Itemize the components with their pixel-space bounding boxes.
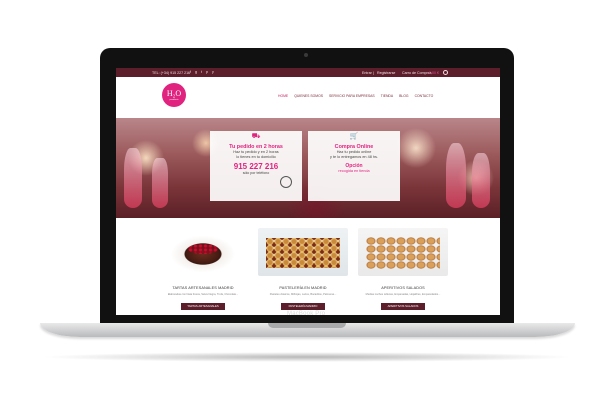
hero-glass-decoration xyxy=(446,143,466,208)
laptop-base xyxy=(40,323,575,337)
logo-text: H₂O xyxy=(166,88,182,98)
register-link[interactable]: Registrarse xyxy=(377,71,395,75)
search-icon[interactable] xyxy=(443,69,448,75)
cart-link[interactable]: Carro de Compras xyxy=(402,71,432,75)
social-links: f g t p y xyxy=(190,70,214,74)
savory-snacks-image[interactable] xyxy=(358,228,448,276)
nav-item-home[interactable]: HOME xyxy=(278,94,288,98)
site-logo[interactable]: H₂O pastelería xyxy=(162,83,186,107)
delivery-card-line: lo tienes en tu domicilio xyxy=(236,154,276,159)
product-card: TARTAS ARTESANALES MADRID Elaboradas con… xyxy=(158,228,248,310)
delivery-truck-icon: ⛟ xyxy=(251,133,261,140)
facebook-icon[interactable]: f xyxy=(190,70,191,74)
top-bar-separator: | xyxy=(373,70,374,75)
cart-total: 0,00 € xyxy=(429,70,439,75)
top-bar-phone: TEL: (+34) 915 227 216 xyxy=(152,70,191,75)
main-nav: HOME QUIENES SOMOS SERVICIO PARA EMPRESA… xyxy=(278,94,433,98)
delivery-2h-card[interactable]: ⛟ Tu pedido en 2 horas Haz tu pedido y e… xyxy=(210,131,302,201)
online-order-card[interactable]: 🛒 Compra Online Haz tu pedido online y t… xyxy=(308,131,400,201)
pickup-option-text: recogida en tienda xyxy=(338,169,370,174)
hero-glass-decoration xyxy=(124,148,142,208)
product-section: TARTAS ARTESANALES MADRID Elaboradas con… xyxy=(116,218,500,315)
pinterest-icon[interactable]: p xyxy=(206,70,208,74)
delivery-phone-number[interactable]: 915 227 216 xyxy=(210,162,302,171)
online-card-line: y te lo entregamos en 48 hs. xyxy=(330,154,378,159)
laptop-shadow xyxy=(40,352,575,362)
nav-item-servicio-empresas[interactable]: SERVICIO PARA EMPRESAS xyxy=(329,94,375,98)
nav-item-blog[interactable]: BLOG xyxy=(399,94,408,98)
product-description: Elaboradas con Nata fresca, Selva Negra,… xyxy=(167,293,239,296)
top-bar: TEL: (+34) 915 227 216 f g t p y Entrar … xyxy=(116,68,500,77)
product-description: Medias noches rellenas, Empanadas, Hojal… xyxy=(365,293,441,296)
youtube-icon[interactable]: y xyxy=(212,70,214,74)
raspberry-topping xyxy=(188,244,218,254)
product-card: APERITIVOS SALADOS Medias noches rellena… xyxy=(358,228,448,310)
device-brand-label: MacBook Pro xyxy=(287,311,326,317)
bread-rolls-tray xyxy=(366,237,440,269)
laptop-screen-bezel: TEL: (+34) 915 227 216 f g t p y Entrar … xyxy=(100,48,514,325)
logo-subtitle: pastelería xyxy=(169,98,179,101)
shopping-cart-icon: 🛒 xyxy=(349,133,359,140)
product-name: TARTAS ARTESANALES MADRID xyxy=(172,286,234,290)
twitter-icon[interactable]: t xyxy=(201,70,202,74)
nav-item-tienda[interactable]: TIENDA xyxy=(381,94,393,98)
google-plus-icon[interactable]: g xyxy=(195,70,197,74)
pastries-image[interactable] xyxy=(258,228,348,276)
nav-item-quienes-somos[interactable]: QUIENES SOMOS xyxy=(294,94,323,98)
nav-item-contacto[interactable]: CONTACTO xyxy=(415,94,434,98)
product-name: PASTELERÍA EN MADRID xyxy=(279,286,327,290)
website-screen: TEL: (+34) 915 227 216 f g t p y Entrar … xyxy=(116,68,500,315)
product-card: PASTELERÍA EN MADRID Pasteles clásicos, … xyxy=(258,228,348,310)
pastry-tray xyxy=(266,238,340,268)
product-description: Pasteles clásicos, Milhojas, Lazos, Boca… xyxy=(269,293,337,296)
laptop-opening-notch xyxy=(268,323,346,328)
product-name: APERITIVOS SALADOS xyxy=(381,286,425,290)
camera-icon xyxy=(304,53,308,57)
pasteleria-button[interactable]: PASTELERÍA MADRID xyxy=(281,303,325,310)
login-link[interactable]: Entrar xyxy=(362,71,372,75)
hero-glass-decoration xyxy=(472,153,490,208)
aperitivos-button[interactable]: APERITIVOS SALADOS xyxy=(381,303,425,310)
delivery-phone-note: sólo por teléfono xyxy=(242,171,270,176)
site-header: H₂O pastelería HOME QUIENES SOMOS SERVIC… xyxy=(116,77,500,119)
tartas-button[interactable]: TARTAS ARTESANALES xyxy=(181,303,225,310)
hero-banner: ⛟ Tu pedido en 2 horas Haz tu pedido y e… xyxy=(116,118,500,218)
quality-seal-icon xyxy=(280,176,292,188)
hero-glass-decoration xyxy=(152,158,168,208)
cake-image[interactable] xyxy=(158,228,248,276)
